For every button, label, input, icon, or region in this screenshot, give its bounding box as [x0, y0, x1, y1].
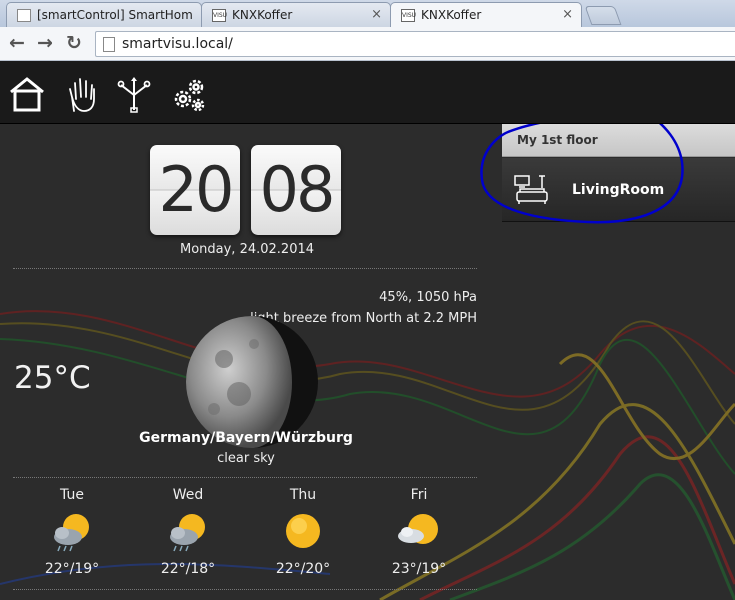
weather-condition: clear sky: [217, 451, 275, 466]
divider: [13, 268, 477, 269]
close-tab-icon[interactable]: ×: [562, 7, 573, 22]
forecast-temps: 22°/19°: [44, 561, 100, 577]
browser-tab-smartcontrol[interactable]: [smartControl] SmartHom: [6, 2, 202, 27]
clock-hours: 20: [150, 145, 240, 235]
forecast-day: Wed 22°/18°: [148, 487, 228, 577]
forward-arrow-icon[interactable]: →: [35, 33, 55, 53]
forecast-temps: 22°/18°: [160, 561, 216, 577]
reload-icon[interactable]: ↻: [64, 33, 84, 53]
sun-cloud-icon: [398, 514, 438, 544]
divider: [13, 477, 477, 478]
clock-minutes-value: 08: [259, 153, 336, 226]
forecast-day-name: Tue: [60, 487, 84, 503]
page-icon: [17, 9, 31, 22]
sun-cloud-rain-icon: [170, 514, 205, 552]
sun-icon: [286, 514, 320, 548]
clock-minutes: 08: [251, 145, 341, 235]
weather-location: Germany/Bayern/Würzburg: [139, 430, 353, 446]
tab-title: KNXKoffer: [232, 8, 293, 22]
page-icon: [103, 37, 115, 52]
forecast-day: Tue 22°/19°: [32, 487, 112, 577]
app-header: [0, 61, 735, 124]
main-area: 20 08 Monday, 24.02.2014 45%, 1050 hPa l…: [0, 124, 735, 600]
back-arrow-icon[interactable]: ←: [7, 33, 27, 53]
browser-tab-knxkoffer-2[interactable]: VISU KNXKoffer ×: [390, 2, 582, 28]
browser-tabstrip: [smartControl] SmartHom VISU KNXKoffer ×…: [0, 0, 735, 28]
forecast-day-name: Fri: [410, 487, 428, 503]
clock-hours-value: 20: [158, 153, 235, 226]
new-tab-button[interactable]: [584, 6, 622, 25]
gears-icon[interactable]: [170, 75, 208, 113]
forecast-day-name: Thu: [289, 487, 317, 503]
close-tab-icon[interactable]: ×: [371, 7, 382, 22]
visu-favicon-icon: VISU: [212, 9, 227, 22]
tab-title: KNXKoffer: [421, 8, 482, 22]
forecast-temps: 22°/20°: [275, 561, 331, 577]
browser-tab-knxkoffer-1[interactable]: VISU KNXKoffer ×: [201, 2, 391, 27]
browser-toolbar: ← → ↻ smartvisu.local/: [0, 27, 735, 61]
forecast-day-name: Wed: [172, 487, 204, 503]
home-icon[interactable]: [8, 75, 46, 113]
hand-icon[interactable]: [64, 75, 102, 113]
annotation-circle: [480, 124, 684, 224]
clock-date: Monday, 24.02.2014: [179, 242, 315, 257]
sun-cloud-rain-icon: [54, 514, 89, 552]
network-icon[interactable]: [115, 75, 153, 113]
weather-humidity-pressure: 45%, 1050 hPa: [379, 290, 477, 305]
address-bar[interactable]: smartvisu.local/: [95, 31, 735, 57]
tab-title: [smartControl] SmartHom: [37, 8, 193, 22]
forecast-day: Fri 23°/19°: [379, 487, 459, 577]
forecast-day: Thu 22°/20°: [263, 487, 343, 577]
forecast-temps: 23°/19°: [391, 561, 447, 577]
current-temperature: 25°C: [14, 360, 91, 396]
address-url[interactable]: smartvisu.local/: [122, 36, 233, 52]
visu-favicon-icon: VISU: [401, 9, 416, 22]
divider: [13, 589, 477, 590]
